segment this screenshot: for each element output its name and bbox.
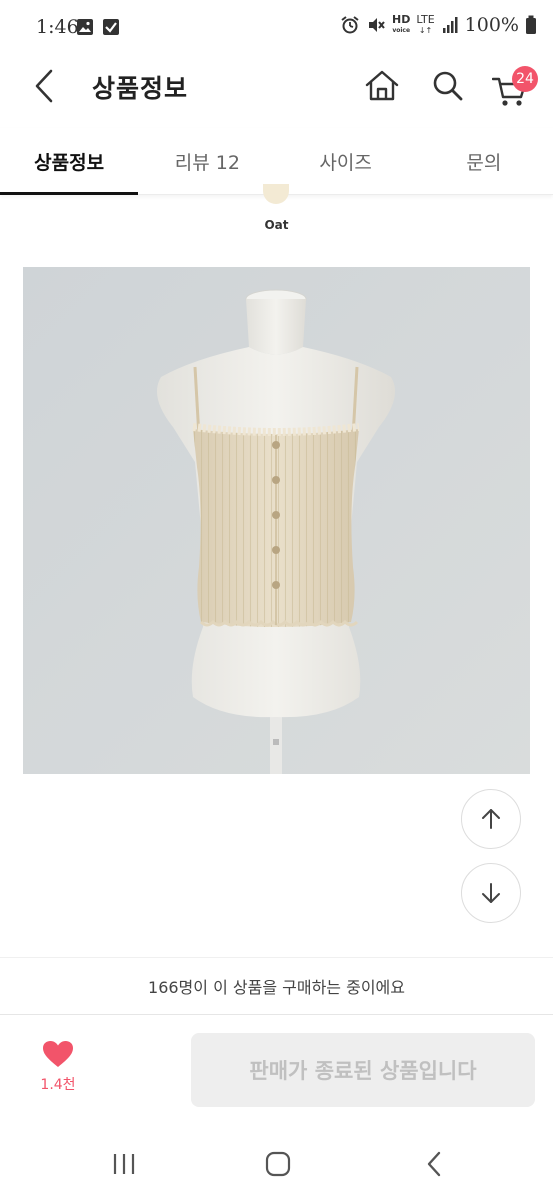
like-button[interactable]: 1.4천 — [30, 1040, 86, 1110]
tab-reviews[interactable]: 리뷰 12 — [138, 128, 276, 194]
home-button[interactable] — [360, 64, 404, 108]
alarm-icon — [341, 16, 359, 34]
status-bar: 1:46 HD voice LTE ↓↑ 100% — [0, 0, 553, 56]
gallery-icon — [77, 19, 93, 35]
system-nav-bar — [0, 1128, 553, 1200]
sold-out-button[interactable]: 판매가 종료된 상품입니다 — [191, 1033, 535, 1107]
mute-icon — [369, 18, 385, 32]
network-indicator: LTE ↓↑ — [416, 12, 435, 35]
status-time: 1:46 — [36, 16, 79, 38]
cart-count-badge: 24 — [512, 66, 538, 92]
home-icon — [365, 70, 399, 101]
home-square-icon — [265, 1151, 291, 1177]
scroll-up-button[interactable] — [461, 789, 521, 849]
chevron-left-icon — [35, 69, 53, 103]
tab-product-info[interactable]: 상품정보 — [0, 128, 139, 195]
back-nav-button[interactable] — [410, 1146, 458, 1182]
search-icon — [433, 71, 463, 101]
search-button[interactable] — [426, 64, 470, 108]
tab-size[interactable]: 사이즈 — [277, 128, 415, 194]
arrow-up-icon — [482, 809, 500, 829]
app-header: 상품정보 24 — [0, 56, 553, 116]
cart-button[interactable]: 24 — [490, 64, 538, 108]
home-nav-button[interactable] — [254, 1146, 302, 1182]
color-option-label: Oat — [264, 218, 289, 232]
checkbox-notification-icon — [103, 19, 119, 35]
recent-apps-button[interactable] — [100, 1146, 148, 1182]
recent-apps-icon — [113, 1154, 135, 1174]
back-chevron-icon — [427, 1151, 441, 1177]
battery-percent: 100% — [464, 14, 519, 36]
back-button[interactable] — [26, 66, 62, 106]
hd-voice-indicator: HD voice — [392, 13, 411, 34]
like-count: 1.4천 — [40, 1077, 76, 1093]
heart-icon — [43, 1041, 73, 1067]
status-indicators: HD voice LTE ↓↑ 100% — [340, 14, 537, 36]
buyers-notice: 166명이 이 상품을 구매하는 중이에요 — [0, 957, 553, 1015]
signal-icon — [442, 17, 458, 33]
arrow-down-icon — [482, 883, 500, 903]
battery-icon — [526, 15, 536, 34]
product-image — [23, 267, 530, 774]
tab-inquiry[interactable]: 문의 — [415, 128, 553, 194]
scroll-down-button[interactable] — [461, 863, 521, 923]
page-title: 상품정보 — [92, 74, 189, 103]
color-swatch — [263, 184, 289, 204]
